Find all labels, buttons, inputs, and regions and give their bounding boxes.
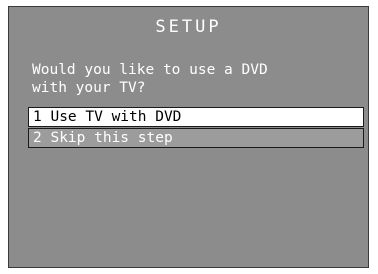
option-skip-this-step[interactable]: 2 Skip this step	[28, 128, 364, 148]
setup-menu-panel: SETUP Would you like to use a DVD with y…	[8, 6, 369, 268]
screen: SETUP Would you like to use a DVD with y…	[0, 0, 378, 274]
menu-title: SETUP	[155, 17, 222, 37]
option-use-tv-with-dvd[interactable]: 1 Use TV with DVD	[28, 107, 364, 127]
setup-prompt: Would you like to use a DVD with your TV…	[32, 62, 268, 96]
